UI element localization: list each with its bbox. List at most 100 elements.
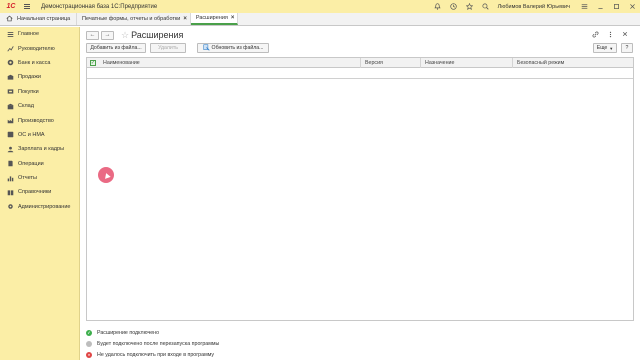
sidebar-item-catalogs[interactable]: Справочники xyxy=(0,185,79,199)
sidebar-item-reports[interactable]: Отчеты xyxy=(0,171,79,185)
update-from-file-label: Обновить из файла... xyxy=(211,45,264,51)
sidebar-item-label: Склад xyxy=(18,103,34,110)
sidebar-item-label: Главное xyxy=(18,31,40,38)
extensions-table[interactable]: ✓ Наименование Версия Назначение Безопас… xyxy=(86,57,634,321)
close-tab-icon[interactable]: × xyxy=(231,15,235,21)
sidebar-item-label: Операции xyxy=(18,160,44,167)
app-logo: 1С xyxy=(3,2,19,11)
sidebar-item-purchases[interactable]: Покупки xyxy=(0,85,79,99)
sidebar-item-label: Зарплата и кадры xyxy=(18,146,65,153)
more-options-icon[interactable] xyxy=(609,31,612,40)
tab-bar: Начальная страница Печатные формы, отчет… xyxy=(0,13,640,26)
select-all-checkbox[interactable]: ✓ xyxy=(90,60,96,66)
add-from-file-label: Добавить из файла... xyxy=(90,45,142,51)
sidebar: Главное Руководителю Банк и касса Продаж… xyxy=(0,27,80,360)
favorite-star-icon[interactable]: ☆ xyxy=(121,30,129,41)
bank-icon xyxy=(7,59,14,66)
column-header-version[interactable]: Версия xyxy=(361,58,421,68)
mouse-cursor-highlight xyxy=(98,167,114,183)
user-name[interactable]: Любимов Валерий Юрьевич xyxy=(498,4,570,10)
home-icon xyxy=(6,15,13,24)
command-bar: Добавить из файла... Удалить Обновить из… xyxy=(86,43,634,54)
sidebar-item-production[interactable]: Производство xyxy=(0,113,79,127)
cart-icon xyxy=(7,88,14,95)
operations-icon xyxy=(7,160,14,167)
close-form-icon[interactable] xyxy=(622,31,628,40)
sidebar-item-operations[interactable]: Операции xyxy=(0,157,79,171)
sidebar-item-label: Банк и касса xyxy=(18,59,51,66)
title-bar: 1С Демонстрационная база 1С:Предприятие … xyxy=(0,0,640,13)
history-icon[interactable] xyxy=(446,0,462,13)
warehouse-icon xyxy=(7,103,14,110)
update-from-file-button[interactable]: Обновить из файла... xyxy=(197,43,269,53)
sidebar-item-sales[interactable]: Продажи xyxy=(0,70,79,84)
tab-print-forms[interactable]: Печатные формы, отчеты и обработки × xyxy=(77,13,191,25)
link-icon[interactable] xyxy=(592,31,599,40)
close-icon[interactable] xyxy=(624,0,640,13)
book-icon xyxy=(7,189,14,196)
app-title: Демонстрационная база 1С:Предприятие xyxy=(41,3,158,10)
favorites-star-icon[interactable] xyxy=(462,0,478,13)
reports-icon xyxy=(7,175,14,182)
tab-extensions[interactable]: Расширения × xyxy=(190,13,239,25)
search-icon[interactable] xyxy=(478,0,494,13)
more-button[interactable]: Еще ▼ xyxy=(593,43,617,53)
sidebar-item-label: Продажи xyxy=(18,74,41,81)
sidebar-item-assets[interactable]: ОС и НМА xyxy=(0,128,79,142)
list-icon xyxy=(7,31,14,38)
form-header: ← → ☆ Расширения xyxy=(86,29,183,41)
column-header-name[interactable]: Наименование xyxy=(99,58,361,68)
sidebar-item-label: ОС и НМА xyxy=(18,131,45,138)
help-button[interactable]: ? xyxy=(621,43,633,53)
legend-label: Расширение подключено xyxy=(97,329,160,336)
tab-print-forms-label: Печатные формы, отчеты и обработки xyxy=(82,16,181,22)
delete-button[interactable]: Удалить xyxy=(150,43,186,53)
column-header-purpose[interactable]: Назначение xyxy=(421,58,513,68)
legend-label: Не удалось подключить при входе в програ… xyxy=(97,351,215,358)
sidebar-item-label: Руководителю xyxy=(18,45,55,52)
forward-button[interactable]: → xyxy=(101,30,114,40)
tab-home-label: Начальная страница xyxy=(17,16,71,22)
people-icon xyxy=(7,146,14,153)
maximize-icon[interactable] xyxy=(608,0,624,13)
form-window-controls xyxy=(592,31,628,40)
minimize-icon[interactable] xyxy=(592,0,608,13)
back-button[interactable]: ← xyxy=(86,30,99,40)
update-icon xyxy=(202,43,210,53)
production-icon xyxy=(7,117,14,124)
table-row[interactable] xyxy=(87,68,633,79)
add-from-file-button[interactable]: Добавить из файла... xyxy=(86,43,146,53)
more-label: Еще xyxy=(596,45,608,51)
app-logo-text: 1С xyxy=(6,3,16,10)
sidebar-item-admin[interactable]: Администрирование xyxy=(0,200,79,214)
gear-icon xyxy=(7,203,14,210)
sidebar-item-label: Справочники xyxy=(18,189,52,196)
help-label: ? xyxy=(625,45,629,51)
delete-label: Удалить xyxy=(158,45,178,51)
sidebar-item-label: Администрирование xyxy=(18,203,71,210)
check-circle-icon: ✓ xyxy=(86,329,92,336)
sidebar-item-manager[interactable]: Руководителю xyxy=(0,41,79,55)
sidebar-item-warehouse[interactable]: Склад xyxy=(0,99,79,113)
close-tab-icon[interactable]: × xyxy=(183,16,187,22)
sidebar-item-label: Покупки xyxy=(18,88,39,95)
column-header-safe-mode[interactable]: Безопасный режим xyxy=(513,58,633,68)
tab-extensions-label: Расширения xyxy=(195,15,228,21)
page-title: Расширения xyxy=(131,30,184,40)
sidebar-item-main[interactable]: Главное xyxy=(0,27,79,41)
sidebar-item-label: Отчеты xyxy=(18,175,38,182)
title-bar-tools: Любимов Валерий Юрьевич xyxy=(430,0,640,13)
menu-icon[interactable] xyxy=(576,0,592,13)
sidebar-item-salary[interactable]: Зарплата и кадры xyxy=(0,142,79,156)
legend-label: Будет подключено после перезапуска прогр… xyxy=(97,340,220,347)
gray-circle-icon xyxy=(86,340,92,347)
legend-item-after-restart: Будет подключено после перезапуска прогр… xyxy=(86,338,386,349)
legend: ✓ Расширение подключено Будет подключено… xyxy=(86,327,386,360)
tab-home[interactable]: Начальная страница xyxy=(0,13,77,25)
hamburger-menu-icon[interactable] xyxy=(21,2,33,11)
sidebar-item-bank[interactable]: Банк и касса xyxy=(0,56,79,70)
bell-icon[interactable] xyxy=(430,0,446,13)
chevron-down-icon: ▼ xyxy=(609,45,614,51)
error-circle-icon: × xyxy=(86,351,92,358)
assets-icon xyxy=(7,131,14,138)
